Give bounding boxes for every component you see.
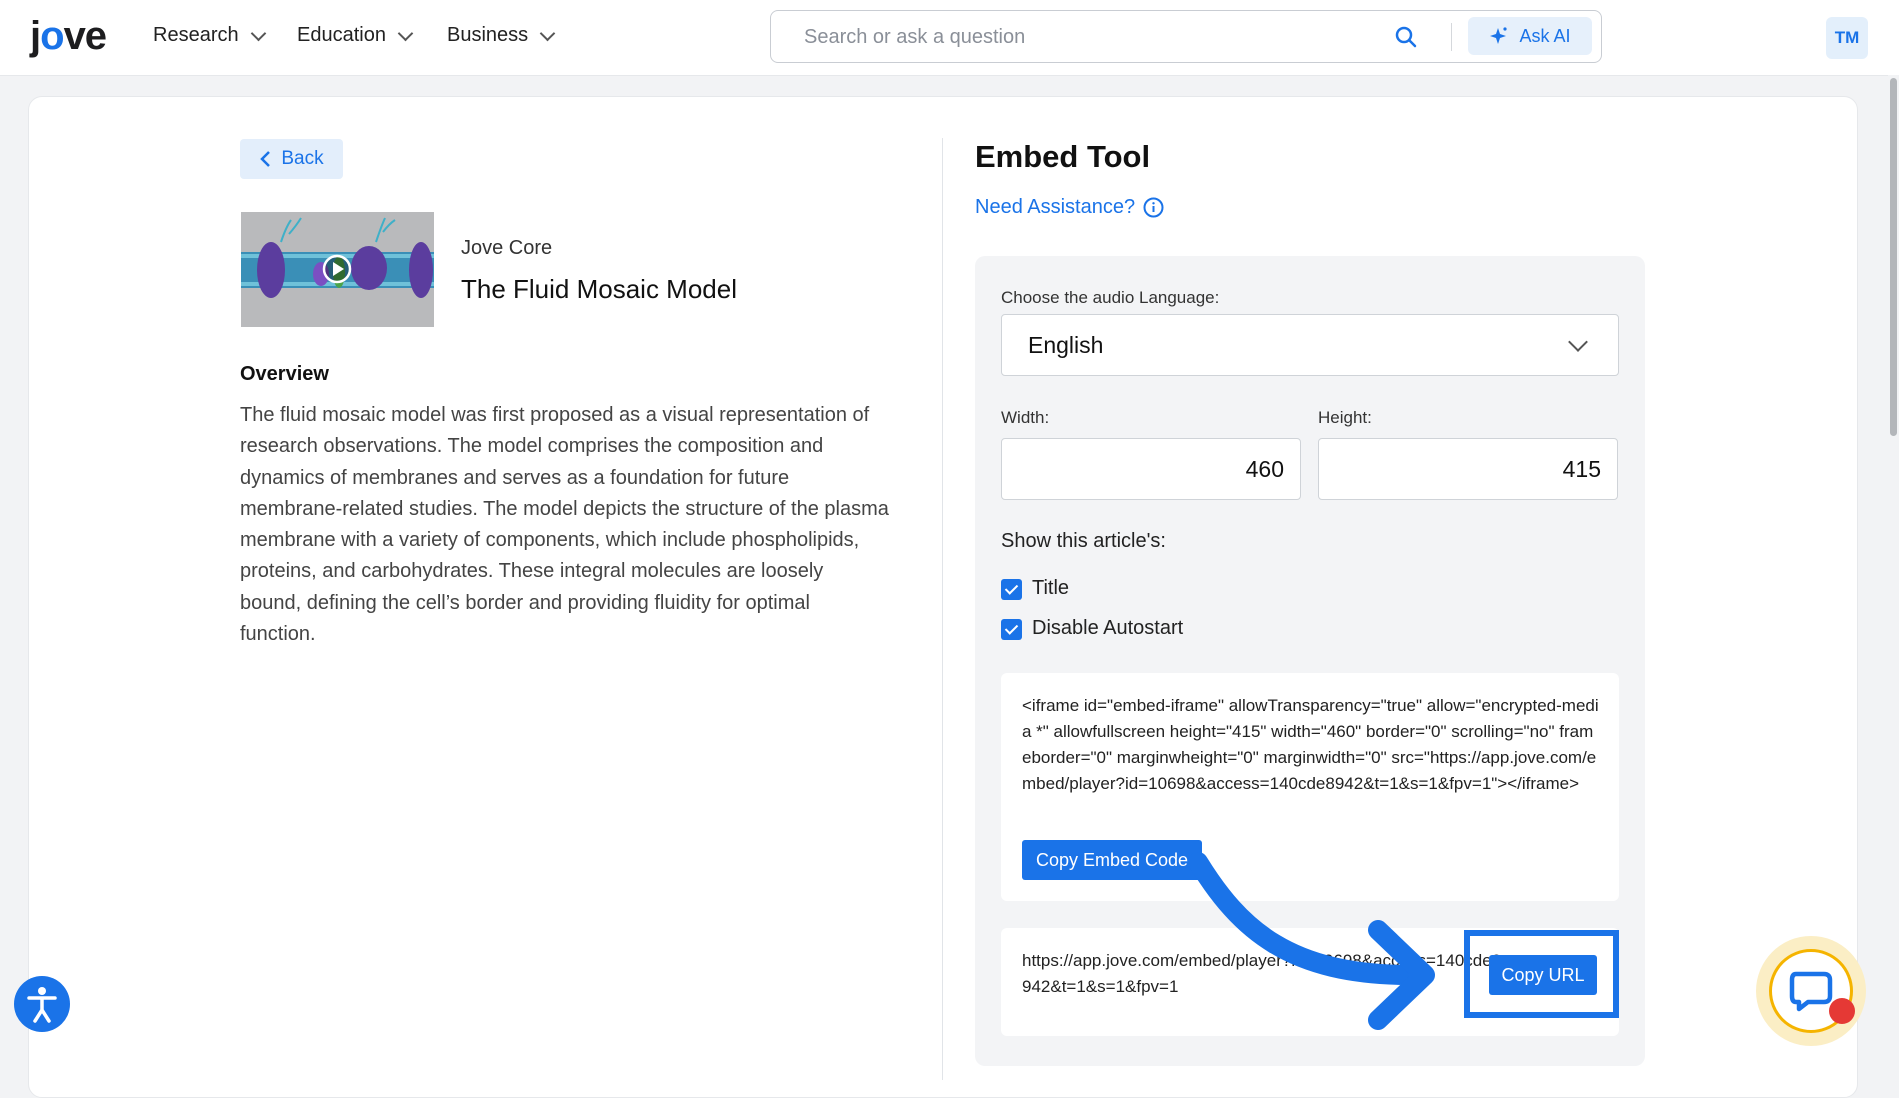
video-thumbnail[interactable]	[241, 212, 434, 327]
user-avatar[interactable]: TM	[1826, 17, 1868, 59]
width-label: Width:	[1001, 408, 1050, 427]
disable-autostart-label: Disable Autostart	[1032, 617, 1184, 639]
nav-education-label: Education	[297, 24, 386, 46]
ask-ai-label: Ask AI	[1519, 25, 1571, 46]
search-input[interactable]: Search or ask a question	[804, 26, 1025, 49]
language-value: English	[1028, 332, 1104, 358]
need-assistance-link[interactable]: Need Assistance?	[975, 196, 1164, 219]
info-icon	[1143, 197, 1164, 218]
nav-business[interactable]: Business	[447, 24, 556, 47]
language-select[interactable]: English	[1001, 314, 1619, 376]
search-divider	[1451, 23, 1452, 51]
height-label: Height:	[1318, 408, 1372, 427]
jove-logo[interactable]: jove	[30, 14, 107, 59]
notification-badge	[1829, 998, 1855, 1024]
sparkle-icon	[1490, 27, 1508, 44]
embed-tool-heading: Embed Tool	[975, 139, 1151, 174]
back-label: Back	[281, 148, 324, 169]
height-input[interactable]: 415	[1318, 438, 1618, 500]
nav-education[interactable]: Education	[297, 24, 414, 47]
top-header: jove Research Education Business Search …	[0, 0, 1899, 76]
back-button[interactable]: Back	[240, 139, 343, 179]
nav-business-label: Business	[447, 24, 529, 46]
disable-autostart-checkbox[interactable]	[1001, 619, 1022, 640]
embed-code-text[interactable]: <iframe id="embed-iframe" allowTranspare…	[1022, 693, 1602, 797]
column-divider	[942, 138, 943, 1080]
search-bar[interactable]: Search or ask a question Ask AI	[770, 10, 1602, 63]
accessibility-button[interactable]	[14, 976, 70, 1032]
video-series: Jove Core	[461, 237, 553, 259]
nav-research-label: Research	[153, 24, 239, 46]
chevron-down-icon	[397, 25, 414, 41]
show-options-heading: Show this article's:	[1001, 530, 1166, 552]
chevron-down-icon	[539, 25, 556, 41]
chat-widget-button[interactable]	[1756, 936, 1866, 1046]
membrane-illustration	[241, 217, 434, 298]
chevron-down-icon	[1568, 332, 1588, 352]
ask-ai-button[interactable]: Ask AI	[1468, 17, 1592, 55]
embed-url-text[interactable]: https://app.jove.com/embed/player?id=106…	[1022, 948, 1502, 1000]
title-checkbox-label: Title	[1032, 577, 1070, 599]
video-title: The Fluid Mosaic Model	[461, 274, 737, 304]
copy-embed-code-button[interactable]: Copy Embed Code	[1022, 840, 1202, 880]
copy-url-highlight	[1464, 930, 1619, 1018]
overview-heading: Overview	[240, 363, 329, 385]
title-checkbox[interactable]	[1001, 579, 1022, 600]
need-assistance-label: Need Assistance?	[975, 196, 1136, 218]
accessibility-icon	[27, 987, 57, 1023]
scrollbar-thumb[interactable]	[1890, 78, 1897, 436]
chevron-left-icon	[260, 151, 271, 167]
chevron-down-icon	[250, 25, 266, 41]
search-icon[interactable]	[1394, 25, 1418, 49]
language-label: Choose the audio Language:	[1001, 288, 1220, 307]
overview-text: The fluid mosaic model was first propose…	[240, 404, 889, 646]
width-input[interactable]: 460	[1001, 438, 1301, 500]
nav-research[interactable]: Research	[153, 24, 266, 47]
